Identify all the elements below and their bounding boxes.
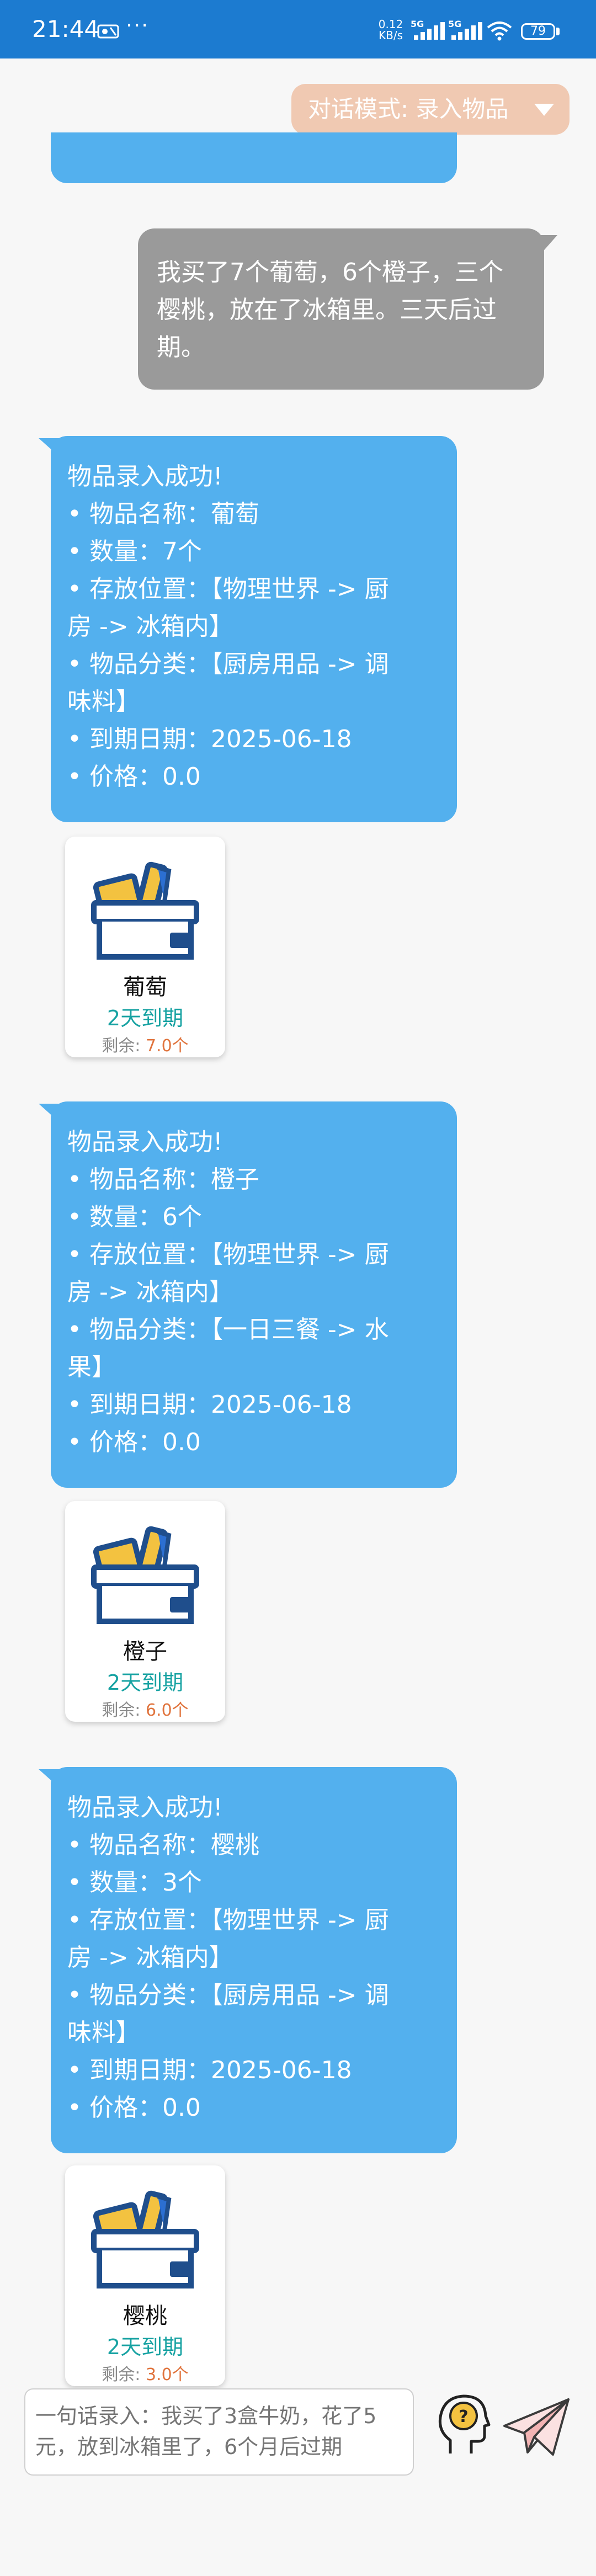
user-message-bubble: 我买了7个葡萄，6个橙子，三个樱桃，放在了冰箱里。三天后过期。 xyxy=(138,228,544,390)
response-line: • 到期日期：2025-06-18 xyxy=(67,1391,352,1419)
wallet-box-icon xyxy=(91,2190,199,2288)
response-line: • 价格：0.0 xyxy=(67,2094,201,2122)
mode-selector-label: 对话模式: 录入物品 xyxy=(308,95,509,123)
status-more-indicator: ··· xyxy=(126,13,150,38)
response-line: • 到期日期：2025-06-18 xyxy=(67,725,352,753)
response-line: 味料】 xyxy=(67,2019,140,2047)
item-name: 橙子 xyxy=(123,1639,167,1664)
response-line: • 物品分类：【厨房用品 -> 调 xyxy=(67,650,389,678)
response-bubble: 物品录入成功! • 物品名称：樱桃 • 数量：3个 • 存放位置：【物理世界 -… xyxy=(51,1767,457,2153)
response-line: • 数量：6个 xyxy=(67,1203,202,1231)
item-card[interactable]: 葡萄 2天到期 剩余: 7.0个 xyxy=(65,837,225,1057)
item-card[interactable]: 樱桃 2天到期 剩余: 3.0个 xyxy=(65,2165,225,2386)
response-line: 物品录入成功! xyxy=(67,1128,223,1156)
response-line: 物品录入成功! xyxy=(67,1793,223,1822)
response-line: • 数量：3个 xyxy=(67,1869,202,1897)
battery-level: 79 xyxy=(530,24,546,38)
response-line: • 数量：7个 xyxy=(67,537,202,566)
response-line: • 物品分类：【一日三餐 -> 水 xyxy=(67,1316,389,1344)
network-speed-unit: KB/s xyxy=(379,29,403,42)
user-message-text: 我买了7个葡萄，6个橙子，三个樱桃，放在了冰箱里。三天后过期。 xyxy=(157,258,503,361)
item-expire: 2天到期 xyxy=(107,1006,184,1030)
app-notification-icon xyxy=(97,24,119,39)
previous-response-bubble xyxy=(51,132,457,183)
response-line: • 存放位置：【物理世界 -> 厨 xyxy=(67,1241,389,1269)
response-line: • 物品分类：【厨房用品 -> 调 xyxy=(67,1981,389,2009)
item-remain-label: 剩余: xyxy=(102,2365,141,2385)
signal-1-icon xyxy=(414,22,445,40)
svg-text:?: ? xyxy=(459,2407,468,2426)
status-bar: 21:44 ··· 0.12 KB/s 5G 5G 79 xyxy=(0,0,596,58)
item-expire: 2天到期 xyxy=(107,1670,184,1695)
item-expire: 2天到期 xyxy=(107,2335,184,2359)
item-remain: 剩余: 7.0个 xyxy=(65,1032,225,1056)
response-line: 果】 xyxy=(67,1353,116,1381)
message-input[interactable] xyxy=(24,2388,414,2476)
item-card[interactable]: 橙子 2天到期 剩余: 6.0个 xyxy=(65,1501,225,1722)
item-remain-label: 剩余: xyxy=(102,1701,141,1720)
network-speed-value: 0.12 xyxy=(378,18,403,31)
network-speed: 0.12 KB/s xyxy=(375,19,406,41)
response-line: • 存放位置：【物理世界 -> 厨 xyxy=(67,1906,389,1934)
response-line: • 价格：0.0 xyxy=(67,1428,201,1456)
response-line: • 物品名称：橙子 xyxy=(67,1165,259,1194)
user-bubble-tail xyxy=(536,235,557,254)
wifi-icon xyxy=(487,22,512,41)
response-line: • 存放位置：【物理世界 -> 厨 xyxy=(67,575,389,603)
battery-icon: 79 xyxy=(521,23,555,40)
response-line: • 价格：0.0 xyxy=(67,763,201,791)
triangle-down-icon xyxy=(534,104,554,116)
item-remain-qty: 6.0个 xyxy=(145,1701,189,1720)
response-line: • 物品名称：樱桃 xyxy=(67,1831,259,1859)
item-remain-qty: 3.0个 xyxy=(145,2365,189,2385)
battery-cap xyxy=(556,28,560,35)
item-remain: 剩余: 6.0个 xyxy=(65,1696,225,1721)
signal-2-icon xyxy=(451,22,482,40)
response-line: 房 -> 冰箱内】 xyxy=(67,1944,233,1972)
item-name: 葡萄 xyxy=(123,975,167,1000)
response-bubble: 物品录入成功! • 物品名称：橙子 • 数量：6个 • 存放位置：【物理世界 -… xyxy=(51,1101,457,1488)
status-time: 21:44 xyxy=(32,15,99,42)
response-bubble: 物品录入成功! • 物品名称：葡萄 • 数量：7个 • 存放位置：【物理世界 -… xyxy=(51,436,457,822)
response-line: 房 -> 冰箱内】 xyxy=(67,1278,233,1306)
thinking-head-icon[interactable]: ? xyxy=(434,2392,491,2458)
item-remain-qty: 7.0个 xyxy=(145,1036,189,1056)
item-remain-label: 剩余: xyxy=(102,1036,141,1056)
item-name: 樱桃 xyxy=(123,2303,167,2329)
paper-plane-icon[interactable] xyxy=(502,2397,572,2458)
wallet-box-icon xyxy=(91,1526,199,1624)
response-line: • 到期日期：2025-06-18 xyxy=(67,2056,352,2084)
item-remain: 剩余: 3.0个 xyxy=(65,2361,225,2385)
response-line: 味料】 xyxy=(67,688,140,716)
response-line: • 物品名称：葡萄 xyxy=(67,500,259,528)
response-line: 物品录入成功! xyxy=(67,462,223,491)
response-line: 房 -> 冰箱内】 xyxy=(67,613,233,641)
mode-selector[interactable]: 对话模式: 录入物品 xyxy=(291,84,570,135)
wallet-box-icon xyxy=(91,861,199,960)
